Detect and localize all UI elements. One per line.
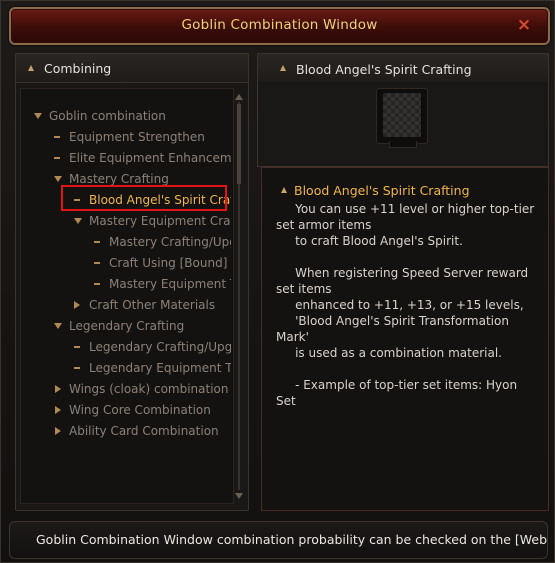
selection-highlight [61, 185, 227, 211]
triangle-icon [281, 187, 287, 193]
scroll-up-icon[interactable] [235, 94, 243, 100]
description-title: Blood Angel's Spirit Crafting [294, 183, 470, 198]
description-line: enhanced to +11, +13, or +15 levels, [276, 298, 524, 312]
recipe-header-panel: Blood Angel's Spirit Crafting [257, 53, 549, 167]
expand-arrow-icon [54, 323, 62, 329]
item-slot[interactable] [376, 88, 428, 148]
tree-item-equipment-strengthen[interactable]: Equipment Strengthen [51, 129, 231, 147]
tree-item-legendary-equipment-transfer[interactable]: Legendary Equipment Tra [69, 360, 231, 378]
dash-icon [94, 241, 100, 243]
tree-item-craft-using-bound[interactable]: Craft Using [Bound] M [89, 255, 231, 273]
tree-item-goblin-combination[interactable]: Goblin combination [31, 108, 231, 126]
triangle-icon [280, 65, 286, 71]
probability-message: Goblin Combination Window combination pr… [36, 532, 548, 547]
description-line: When registering Speed Server reward set… [276, 266, 532, 296]
scroll-down-icon[interactable] [235, 493, 243, 499]
tree-item-mastery-equipment-craft[interactable]: Mastery Equipment Craft [69, 213, 231, 231]
tree-scrollbar[interactable] [235, 94, 243, 499]
collapse-arrow-icon [55, 427, 61, 435]
description-line: - Example of top-tier set items: Hyon Se… [276, 378, 521, 408]
tree-item-legendary-crafting[interactable]: Legendary Crafting [51, 318, 231, 336]
description-line: is used as a combination material. [276, 346, 502, 360]
collapse-arrow-icon [55, 385, 61, 393]
title-bar[interactable]: Goblin Combination Window × [9, 7, 550, 45]
tree-item-mastery-equipment-transfer[interactable]: Mastery Equipment T [89, 276, 231, 294]
description-line [276, 361, 538, 377]
recipe-header: Blood Angel's Spirit Crafting [258, 54, 548, 82]
description-line: You can use +11 level or higher top-tier… [276, 202, 539, 232]
goblin-combination-window: Goblin Combination Window × Combining Go… [0, 0, 555, 563]
tree-item-wing-core-combination[interactable]: Wing Core Combination [51, 402, 231, 420]
empty-item-icon [383, 93, 421, 137]
tree-item-craft-other-materials[interactable]: Craft Other Materials [69, 297, 231, 315]
window-title: Goblin Combination Window [181, 17, 378, 33]
description-line: 'Blood Angel's Spirit Transformation Mar… [276, 314, 513, 344]
tree-item-mastery-crafting-upgrade[interactable]: Mastery Crafting/Upg [89, 234, 231, 252]
dash-icon [74, 367, 80, 369]
close-icon[interactable]: × [514, 15, 534, 35]
expand-arrow-icon [54, 176, 62, 182]
tree-item-ability-card-combination[interactable]: Ability Card Combination [51, 423, 231, 441]
description-panel: Blood Angel's Spirit Crafting You can us… [261, 167, 549, 511]
slot-base [389, 141, 417, 148]
expand-arrow-icon [74, 218, 82, 224]
dash-icon [54, 157, 60, 159]
combining-label: Combining [44, 61, 112, 76]
dash-icon [54, 136, 60, 138]
expand-arrow-icon [34, 113, 42, 119]
dash-icon [74, 346, 80, 348]
description-line: to craft Blood Angel's Spirit. [276, 234, 463, 248]
combining-header: Combining [16, 54, 248, 83]
recipe-title: Blood Angel's Spirit Crafting [296, 62, 472, 77]
description-body: You can use +11 level or higher top-tier… [276, 201, 538, 409]
collapse-arrow-icon [74, 301, 80, 309]
tree-item-elite-equipment-enhancement[interactable]: Elite Equipment Enhancemer [51, 150, 231, 168]
combining-panel: Combining Goblin combination Equipment S… [15, 53, 249, 511]
triangle-icon [28, 65, 34, 71]
combination-tree: Goblin combination Equipment Strengthen … [20, 88, 234, 504]
tree-item-wings-cloak-combination[interactable]: Wings (cloak) combination [51, 381, 231, 399]
dash-icon [94, 283, 100, 285]
tree-item-legendary-crafting-upgrade[interactable]: Legendary Crafting/Upgra [69, 339, 231, 357]
probability-info-bar: Goblin Combination Window combination pr… [9, 521, 548, 559]
description-line [276, 249, 538, 265]
collapse-arrow-icon [55, 406, 61, 414]
dash-icon [94, 262, 100, 264]
scroll-thumb[interactable] [237, 104, 241, 184]
